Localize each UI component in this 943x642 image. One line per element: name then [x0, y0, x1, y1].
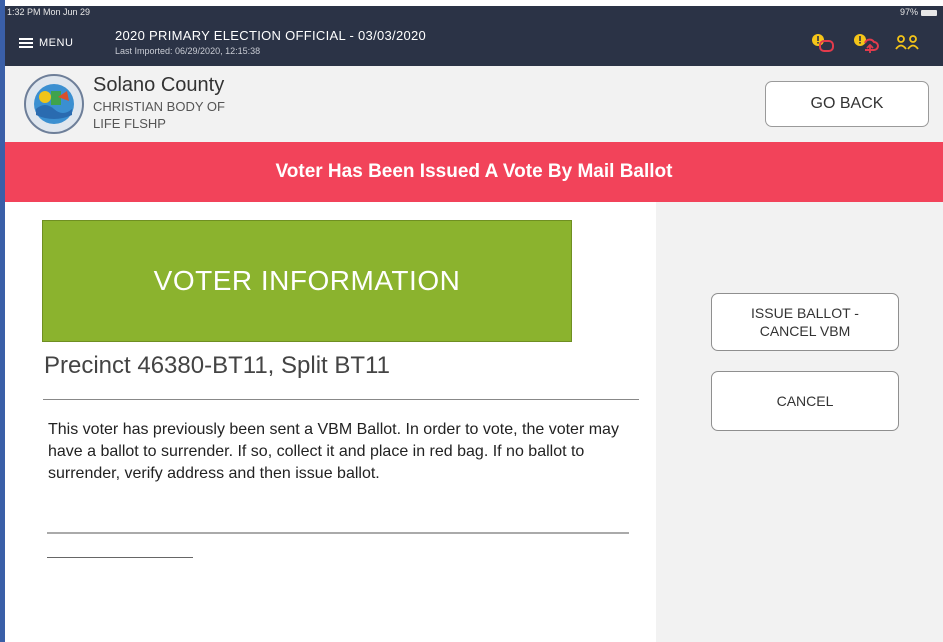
menu-button[interactable]: MENU — [19, 36, 73, 50]
voter-info-panel: VOTER INFORMATION Precinct 46380-BT11, S… — [5, 202, 656, 642]
top-bar: 1:32 PM Mon Jun 29 97% MENU 2020 PRIMARY… — [5, 6, 943, 66]
actions-panel: ISSUE BALLOT - CANCEL VBM CANCEL — [656, 202, 943, 642]
polling-site-name-line1: CHRISTIAN BODY OF — [93, 99, 225, 114]
battery-icon — [921, 9, 937, 16]
status-battery: 97% — [900, 7, 937, 17]
issue-ballot-label-line2: CANCEL VBM — [759, 323, 851, 339]
go-back-button[interactable]: GO BACK — [765, 81, 929, 127]
issue-ballot-label: ISSUE BALLOT - CANCEL VBM — [751, 304, 859, 340]
polling-site-name-line2: LIFE FLSHP — [93, 116, 166, 131]
vbm-instruction-message: This voter has previously been sent a VB… — [48, 421, 619, 482]
election-title: 2020 PRIMARY ELECTION OFFICIAL - 03/03/2… — [115, 28, 427, 43]
divider — [43, 399, 639, 400]
last-imported-timestamp: Last Imported: 06/29/2020, 12:15:38 — [115, 46, 261, 56]
divider — [47, 557, 193, 558]
status-time: 1:32 PM Mon Jun 29 — [7, 7, 91, 17]
battery-level: 97% — [899, 7, 918, 17]
issue-ballot-label-line1: ISSUE BALLOT - — [751, 305, 859, 321]
users-icon[interactable] — [893, 32, 921, 54]
divider — [47, 532, 629, 534]
site-header: Solano County CHRISTIAN BODY OF LIFE FLS… — [5, 66, 943, 142]
county-name: Solano County — [93, 74, 225, 96]
issue-ballot-cancel-vbm-button[interactable]: ISSUE BALLOT - CANCEL VBM — [711, 293, 899, 351]
hamburger-icon — [19, 36, 33, 50]
cancel-button[interactable]: CANCEL — [711, 371, 899, 431]
voter-alert-icon[interactable] — [809, 32, 837, 54]
top-icon-group — [809, 32, 921, 54]
menu-label: MENU — [39, 37, 74, 49]
vbm-issued-alert-banner: Voter Has Been Issued A Vote By Mail Bal… — [5, 142, 943, 202]
precinct-label: Precinct 46380-BT11, Split BT11 — [44, 352, 390, 379]
upload-alert-icon[interactable] — [851, 32, 879, 54]
voter-information-header: VOTER INFORMATION — [42, 220, 572, 342]
county-seal-logo — [23, 73, 85, 135]
